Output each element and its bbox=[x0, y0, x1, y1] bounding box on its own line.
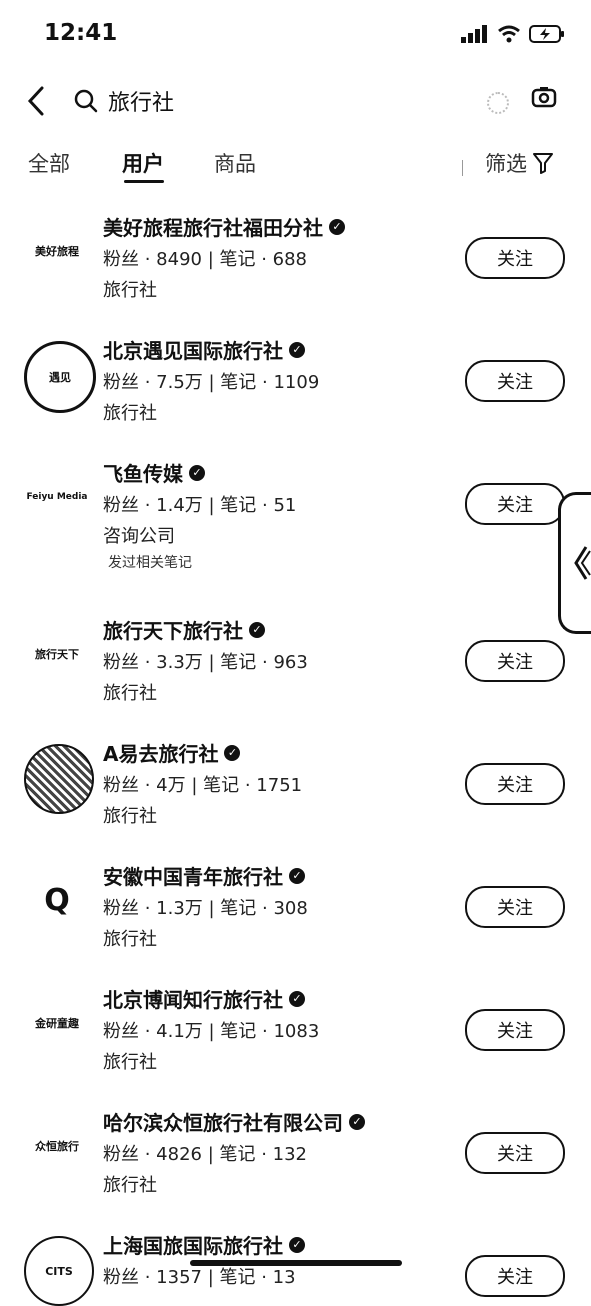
user-stats: 粉丝 · 1.4万 | 笔记 · 51 bbox=[103, 495, 297, 516]
verified-icon: ✓ bbox=[224, 744, 241, 761]
user-name: 北京遇见国际旅行社 bbox=[103, 339, 283, 363]
status-icons bbox=[461, 24, 565, 44]
tab-products[interactable]: 商品 bbox=[214, 148, 256, 178]
avatar[interactable]: 遇见 bbox=[24, 341, 96, 413]
filter-icon bbox=[533, 153, 553, 174]
home-indicator[interactable] bbox=[190, 1260, 402, 1266]
verified-icon: ✓ bbox=[349, 1113, 365, 1130]
status-bar: 12:41 bbox=[0, 0, 591, 70]
user-name: 美好旅程旅行社福田分社 bbox=[103, 216, 323, 240]
follow-button[interactable]: 关注 bbox=[465, 763, 565, 805]
wifi-icon bbox=[498, 25, 520, 43]
user-stats: 粉丝 · 4.1万 | 笔记 · 1083 bbox=[103, 1021, 320, 1042]
user-category: 旅行社 bbox=[103, 929, 157, 950]
list-item[interactable]: 金研童趣 北京博闻知行旅行社 ✓ 粉丝 · 4.1万 | 笔记 · 1083 旅… bbox=[0, 972, 591, 1095]
user-stats: 粉丝 · 4826 | 笔记 · 132 bbox=[103, 1144, 308, 1165]
user-name-wrap: 飞鱼传媒 ✓ bbox=[103, 458, 205, 487]
list-item[interactable]: Feiyu Media 飞鱼传媒 ✓ 粉丝 · 1.4万 | 笔记 · 51 咨… bbox=[0, 446, 591, 571]
search-header: 旅行社 bbox=[0, 78, 591, 124]
tab-users[interactable]: 用户 bbox=[122, 148, 164, 178]
camera-search-icon[interactable] bbox=[531, 85, 557, 109]
status-time: 12:41 bbox=[44, 20, 118, 46]
user-name: 安徽中国青年旅行社 bbox=[103, 865, 283, 889]
user-name: A易去旅行社 bbox=[103, 742, 219, 766]
tab-divider bbox=[462, 160, 463, 176]
follow-button[interactable]: 关注 bbox=[465, 1132, 565, 1174]
related-notes-tag: 发过相关笔记 bbox=[108, 555, 192, 571]
verified-icon: ✓ bbox=[289, 867, 305, 884]
search-icon bbox=[74, 89, 98, 113]
user-name-wrap: 哈尔滨众恒旅行社有限公司 ✓ bbox=[103, 1107, 365, 1136]
user-stats: 粉丝 · 3.3万 | 笔记 · 963 bbox=[103, 652, 308, 673]
avatar[interactable]: 美好旅程 bbox=[24, 218, 90, 284]
user-stats: 粉丝 · 8490 | 笔记 · 688 bbox=[103, 249, 308, 270]
user-name-wrap: 北京博闻知行旅行社 ✓ bbox=[103, 984, 305, 1013]
verified-icon: ✓ bbox=[289, 990, 305, 1007]
user-stats: 粉丝 · 1357 | 笔记 · 13 bbox=[103, 1267, 296, 1288]
user-category: 旅行社 bbox=[103, 1052, 157, 1073]
list-item[interactable]: 遇见 北京遇见国际旅行社 ✓ 粉丝 · 7.5万 | 笔记 · 1109 旅行社… bbox=[0, 323, 591, 446]
avatar[interactable]: 旅行天下 bbox=[24, 621, 90, 687]
list-item[interactable]: 众恒旅行 哈尔滨众恒旅行社有限公司 ✓ 粉丝 · 4826 | 笔记 · 132… bbox=[0, 1095, 591, 1218]
follow-button[interactable]: 关注 bbox=[465, 237, 565, 279]
user-category: 咨询公司 bbox=[103, 526, 175, 547]
list-item[interactable]: CITS 上海国旅国际旅行社 ✓ 粉丝 · 1357 | 笔记 · 13 关注 bbox=[0, 1218, 591, 1306]
follow-button[interactable]: 关注 bbox=[465, 360, 565, 402]
user-category: 旅行社 bbox=[103, 403, 157, 424]
avatar[interactable]: Feiyu Media bbox=[24, 464, 90, 530]
loading-icon bbox=[487, 92, 509, 114]
follow-button[interactable]: 关注 bbox=[465, 640, 565, 682]
user-category: 旅行社 bbox=[103, 806, 157, 827]
chevron-left-icon bbox=[574, 546, 591, 580]
list-item[interactable]: 旅行天下 旅行天下旅行社 ✓ 粉丝 · 3.3万 | 笔记 · 963 旅行社 … bbox=[0, 603, 591, 726]
user-name: 上海国旅国际旅行社 bbox=[103, 1234, 283, 1258]
active-tab-indicator bbox=[124, 180, 164, 183]
avatar[interactable]: Q bbox=[24, 867, 90, 933]
verified-icon: ✓ bbox=[189, 464, 205, 481]
user-name-wrap: 北京遇见国际旅行社 ✓ bbox=[103, 335, 305, 364]
back-icon[interactable] bbox=[22, 84, 50, 118]
avatar[interactable]: 众恒旅行 bbox=[24, 1113, 90, 1179]
user-name-wrap: 美好旅程旅行社福田分社 ✓ bbox=[103, 212, 345, 241]
verified-icon: ✓ bbox=[289, 1236, 305, 1253]
user-name-wrap: 上海国旅国际旅行社 ✓ bbox=[103, 1230, 305, 1259]
search-query: 旅行社 bbox=[108, 91, 175, 116]
user-category: 旅行社 bbox=[103, 280, 157, 301]
follow-button[interactable]: 关注 bbox=[465, 483, 565, 525]
signal-icon bbox=[461, 25, 487, 43]
user-stats: 粉丝 · 4万 | 笔记 · 1751 bbox=[103, 775, 303, 796]
user-stats: 粉丝 · 7.5万 | 笔记 · 1109 bbox=[103, 372, 320, 393]
follow-button[interactable]: 关注 bbox=[465, 1255, 565, 1297]
filter-label: 筛选 bbox=[485, 152, 527, 176]
verified-icon: ✓ bbox=[329, 218, 345, 235]
avatar[interactable]: CITS bbox=[24, 1236, 94, 1306]
verified-icon: ✓ bbox=[289, 341, 305, 358]
search-input[interactable]: 旅行社 bbox=[74, 84, 464, 118]
list-item[interactable]: A易去旅行社 ✓ 粉丝 · 4万 | 笔记 · 1751 旅行社 关注 bbox=[0, 726, 591, 849]
filter-button[interactable]: 筛选 bbox=[485, 148, 553, 178]
user-category: 旅行社 bbox=[103, 1175, 157, 1196]
avatar[interactable]: 金研童趣 bbox=[24, 990, 90, 1056]
user-name-wrap: A易去旅行社 ✓ bbox=[103, 738, 241, 767]
user-name-wrap: 安徽中国青年旅行社 ✓ bbox=[103, 861, 305, 890]
follow-button[interactable]: 关注 bbox=[465, 886, 565, 928]
user-category: 旅行社 bbox=[103, 683, 157, 704]
follow-button[interactable]: 关注 bbox=[465, 1009, 565, 1051]
verified-icon: ✓ bbox=[249, 621, 265, 638]
avatar[interactable] bbox=[24, 744, 94, 814]
user-name: 哈尔滨众恒旅行社有限公司 bbox=[103, 1111, 343, 1135]
side-drawer-handle[interactable] bbox=[558, 492, 591, 634]
list-item[interactable]: 美好旅程 美好旅程旅行社福田分社 ✓ 粉丝 · 8490 | 笔记 · 688 … bbox=[0, 200, 591, 323]
user-name-wrap: 旅行天下旅行社 ✓ bbox=[103, 615, 265, 644]
user-name: 飞鱼传媒 bbox=[103, 462, 183, 486]
user-name: 旅行天下旅行社 bbox=[103, 619, 243, 643]
user-name: 北京博闻知行旅行社 bbox=[103, 988, 283, 1012]
tab-all[interactable]: 全部 bbox=[28, 148, 70, 178]
list-item[interactable]: Q 安徽中国青年旅行社 ✓ 粉丝 · 1.3万 | 笔记 · 308 旅行社 关… bbox=[0, 849, 591, 972]
user-stats: 粉丝 · 1.3万 | 笔记 · 308 bbox=[103, 898, 308, 919]
battery-icon bbox=[529, 25, 564, 43]
search-tabs: 全部 用户 商品 筛选 bbox=[0, 140, 591, 188]
